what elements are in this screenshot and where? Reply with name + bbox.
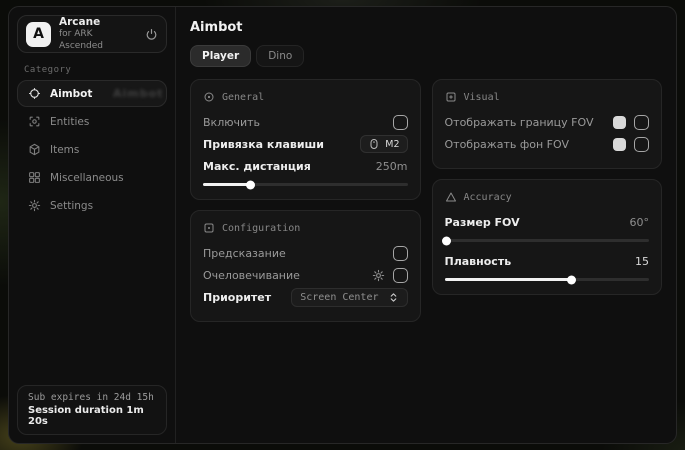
priority-value: Screen Center bbox=[300, 292, 378, 303]
mouse-icon bbox=[368, 138, 380, 150]
prediction-checkbox[interactable] bbox=[393, 246, 408, 261]
smoothness-slider-fill bbox=[445, 278, 572, 281]
gear-icon bbox=[28, 199, 41, 212]
sidebar-item-label: Aimbot bbox=[50, 88, 92, 100]
crosshair-icon bbox=[28, 87, 41, 100]
priority-dropdown[interactable]: Screen Center bbox=[291, 288, 407, 307]
max-distance-label: Макс. дистанция bbox=[203, 160, 311, 173]
sidebar-item-entities[interactable]: Entities bbox=[17, 108, 167, 135]
card-accuracy: Accuracy Размер FOV 60° Плавность 15 bbox=[432, 179, 663, 295]
sidebar-item-label: Miscellaneous bbox=[50, 172, 124, 184]
sidebar-item-label: Settings bbox=[50, 200, 93, 212]
card-accuracy-title: Accuracy bbox=[464, 192, 512, 203]
fov-bg-checkbox[interactable] bbox=[634, 137, 649, 152]
fov-bg-color-swatch[interactable] bbox=[613, 138, 626, 151]
main-panel: Aimbot Player Dino General bbox=[176, 7, 676, 443]
session-card: Sub expires in 24d 15h Session duration … bbox=[17, 385, 167, 435]
brand-logo: A bbox=[26, 22, 51, 47]
humanization-label: Очеловечивание bbox=[203, 269, 300, 282]
keybind-button[interactable]: M2 bbox=[360, 135, 407, 153]
card-general-title: General bbox=[222, 92, 264, 103]
enable-label: Включить bbox=[203, 116, 260, 129]
sidebar-nav: Aimbot Entities Items bbox=[17, 80, 167, 219]
max-distance-slider-fill bbox=[203, 183, 250, 186]
sidebar: A Arcane for ARK Ascended Category Aimbo… bbox=[9, 7, 176, 443]
max-distance-slider[interactable] bbox=[203, 183, 408, 186]
target-icon bbox=[203, 91, 215, 103]
card-configuration-title: Configuration bbox=[222, 223, 300, 234]
frame-icon bbox=[445, 91, 457, 103]
category-label: Category bbox=[24, 65, 160, 75]
sidebar-item-label: Entities bbox=[50, 116, 89, 128]
chevron-up-down-icon bbox=[388, 292, 399, 303]
keybind-label: Привязка клавиши bbox=[203, 138, 324, 151]
sidebar-item-aimbot[interactable]: Aimbot bbox=[17, 80, 167, 107]
smoothness-label: Плавность bbox=[445, 255, 512, 268]
fov-size-slider[interactable] bbox=[445, 239, 650, 242]
fov-size-label: Размер FOV bbox=[445, 216, 520, 229]
smoothness-slider[interactable] bbox=[445, 278, 650, 281]
fov-size-value: 60° bbox=[630, 216, 650, 229]
sidebar-item-settings[interactable]: Settings bbox=[17, 192, 167, 219]
sub-expires-text: Sub expires in 24d 15h bbox=[28, 392, 156, 403]
tab-player[interactable]: Player bbox=[190, 45, 251, 67]
humanization-checkbox[interactable] bbox=[393, 268, 408, 283]
tab-dino[interactable]: Dino bbox=[256, 45, 304, 67]
brand-card: A Arcane for ARK Ascended bbox=[17, 15, 167, 53]
priority-label: Приоритет bbox=[203, 291, 271, 304]
page-title: Aimbot bbox=[190, 20, 662, 35]
box-icon bbox=[28, 143, 41, 156]
tab-bar: Player Dino bbox=[190, 45, 662, 67]
fov-border-checkbox[interactable] bbox=[634, 115, 649, 130]
sidebar-item-miscellaneous[interactable]: Miscellaneous bbox=[17, 164, 167, 191]
triangle-icon bbox=[445, 191, 457, 203]
fov-border-label: Отображать границу FOV bbox=[445, 116, 594, 129]
smoothness-value: 15 bbox=[635, 255, 649, 268]
scan-person-icon bbox=[28, 115, 41, 128]
brand-name: Arcane bbox=[59, 16, 137, 29]
keybind-value: M2 bbox=[385, 139, 399, 150]
enable-checkbox[interactable] bbox=[393, 115, 408, 130]
prediction-label: Предсказание bbox=[203, 247, 286, 260]
card-visual: Visual Отображать границу FOV Отображать… bbox=[432, 79, 663, 169]
max-distance-value: 250m bbox=[376, 160, 408, 173]
fov-border-color-swatch[interactable] bbox=[613, 116, 626, 129]
sidebar-item-items[interactable]: Items bbox=[17, 136, 167, 163]
power-icon[interactable] bbox=[145, 28, 158, 41]
brand-subtitle: for ARK Ascended bbox=[59, 29, 137, 52]
card-general: General Включить Привязка клавиши bbox=[190, 79, 421, 200]
card-configuration: Configuration Предсказание Очеловечивани… bbox=[190, 210, 421, 322]
app-window: A Arcane for ARK Ascended Category Aimbo… bbox=[8, 6, 677, 444]
fov-size-slider-fill bbox=[445, 239, 447, 242]
config-box-icon bbox=[203, 222, 215, 234]
sidebar-item-label: Items bbox=[50, 144, 79, 156]
fov-bg-label: Отображать фон FOV bbox=[445, 138, 569, 151]
card-visual-title: Visual bbox=[464, 92, 500, 103]
grid-icon bbox=[28, 171, 41, 184]
session-duration-text: Session duration 1m 20s bbox=[28, 405, 156, 427]
humanization-settings-icon[interactable] bbox=[372, 269, 385, 282]
